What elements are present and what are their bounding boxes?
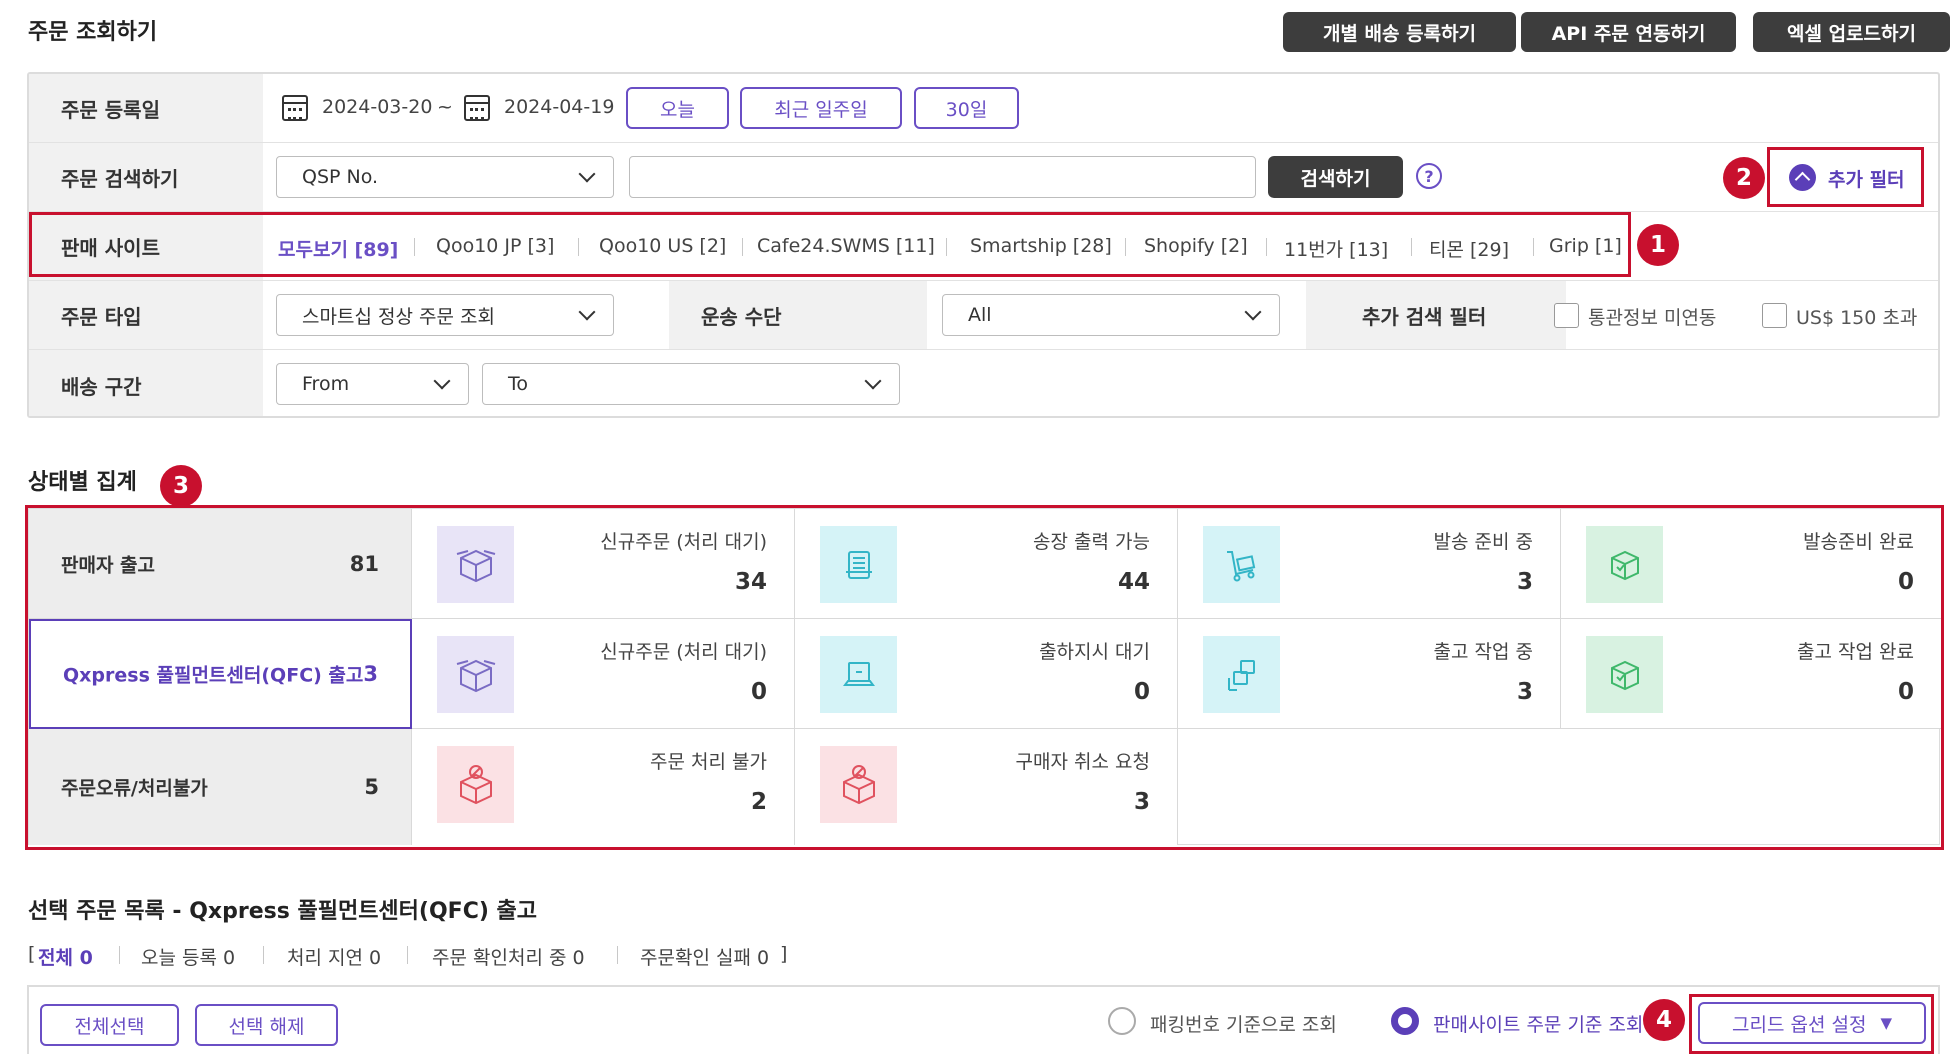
order-date-row: 주문 등록일 2024-03-20 ~ 2024-04-19 오늘 최근 일주일… <box>29 74 1938 143</box>
tab-confirming[interactable]: 주문 확인처리 중 0 <box>432 943 585 970</box>
highlight-extra-filter <box>1767 147 1924 207</box>
order-list-title: 선택 주문 목록 - Qxpress 풀필먼트센터(QFC) 출고 <box>28 899 538 924</box>
extra-search-filter-label: 추가 검색 필터 <box>1306 281 1566 349</box>
customs-unlinked-checkbox[interactable] <box>1554 303 1579 328</box>
order-search-label: 주문 검색하기 <box>29 143 263 211</box>
chevron-down-icon <box>1244 303 1262 321</box>
api-order-link-button[interactable]: API 주문 연동하기 <box>1521 12 1736 52</box>
order-type-value: 스마트십 정상 주문 조회 <box>302 305 495 328</box>
radio-packing-number[interactable] <box>1108 1007 1136 1035</box>
annotation-badge-2: 2 <box>1723 157 1765 199</box>
shipping-range-label: 배송 구간 <box>29 350 263 416</box>
calendar-icon[interactable] <box>282 95 308 121</box>
tab-delayed[interactable]: 처리 지연 0 <box>287 943 381 970</box>
start-date[interactable]: 2024-03-20 <box>322 96 432 118</box>
page-title: 주문 조회하기 <box>28 20 158 45</box>
search-type-value: QSP No. <box>302 166 379 188</box>
calendar-icon[interactable] <box>464 95 490 121</box>
tab-confirm-failed[interactable]: 주문확인 실패 0 <box>640 943 769 970</box>
transport-value: All <box>968 304 992 326</box>
divider <box>119 946 120 964</box>
transport-select[interactable]: All <box>942 294 1280 336</box>
divider <box>263 946 264 964</box>
highlight-status-grid <box>25 505 1944 850</box>
annotation-badge-4: 4 <box>1643 999 1685 1041</box>
grid-options-button[interactable]: 그리드 옵션 설정 ▼ <box>1698 1002 1926 1044</box>
deselect-button[interactable]: 선택 해제 <box>195 1004 338 1046</box>
date-separator: ~ <box>437 96 453 118</box>
order-type-row: 주문 타입 스마트십 정상 주문 조회 운송 수단 All 추가 검색 필터 통… <box>29 281 1938 350</box>
search-type-select[interactable]: QSP No. <box>276 156 614 198</box>
today-button[interactable]: 오늘 <box>626 87 729 129</box>
shipping-range-row: 배송 구간 From To <box>29 350 1938 416</box>
chevron-down-icon <box>864 372 882 390</box>
to-value: To <box>508 373 529 395</box>
chevron-down-icon <box>433 372 451 390</box>
tab-bracket-open: [ <box>28 943 36 965</box>
annotation-badge-1: 1 <box>1637 224 1679 266</box>
radio-site-order[interactable] <box>1391 1007 1419 1035</box>
to-select[interactable]: To <box>482 363 900 405</box>
divider <box>617 946 618 964</box>
search-button[interactable]: 검색하기 <box>1268 156 1403 198</box>
over-150-checkbox[interactable] <box>1762 303 1787 328</box>
end-date[interactable]: 2024-04-19 <box>504 96 614 118</box>
annotation-badge-3: 3 <box>160 465 202 507</box>
caret-down-icon: ▼ <box>1880 1014 1892 1032</box>
from-select[interactable]: From <box>276 363 469 405</box>
customs-unlinked-label: 통관정보 미연동 <box>1588 307 1717 329</box>
30-days-button[interactable]: 30일 <box>914 87 1019 129</box>
highlight-sales-site <box>29 212 1631 277</box>
help-icon[interactable]: ? <box>1416 163 1442 189</box>
tab-bracket-close: ] <box>780 943 788 965</box>
order-type-select[interactable]: 스마트십 정상 주문 조회 <box>276 294 614 336</box>
chevron-down-icon <box>578 165 596 183</box>
chevron-down-icon <box>578 303 596 321</box>
order-date-label: 주문 등록일 <box>29 74 263 142</box>
last-week-button[interactable]: 최근 일주일 <box>740 87 902 129</box>
register-individual-shipping-button[interactable]: 개별 배송 등록하기 <box>1283 12 1516 52</box>
select-all-button[interactable]: 전체선택 <box>40 1004 179 1046</box>
divider <box>407 946 408 964</box>
status-summary-title: 상태별 집계 <box>28 470 137 495</box>
order-search-row: 주문 검색하기 QSP No. 검색하기 ? 추가 필터 <box>29 143 1938 212</box>
order-type-label: 주문 타입 <box>29 281 263 349</box>
tab-today[interactable]: 오늘 등록 0 <box>141 943 235 970</box>
radio-packing-number-label: 패킹번호 기준으로 조회 <box>1150 1014 1337 1036</box>
over-150-label: US$ 150 초과 <box>1796 307 1918 329</box>
from-value: From <box>302 373 350 395</box>
search-input[interactable] <box>629 156 1256 198</box>
excel-upload-button[interactable]: 엑셀 업로드하기 <box>1753 12 1950 52</box>
grid-options-label: 그리드 옵션 설정 <box>1732 1013 1867 1036</box>
transport-label: 운송 수단 <box>669 281 927 349</box>
radio-site-order-label: 판매사이트 주문 기준 조회 <box>1433 1014 1644 1036</box>
tab-all[interactable]: 전체 0 <box>38 943 93 970</box>
